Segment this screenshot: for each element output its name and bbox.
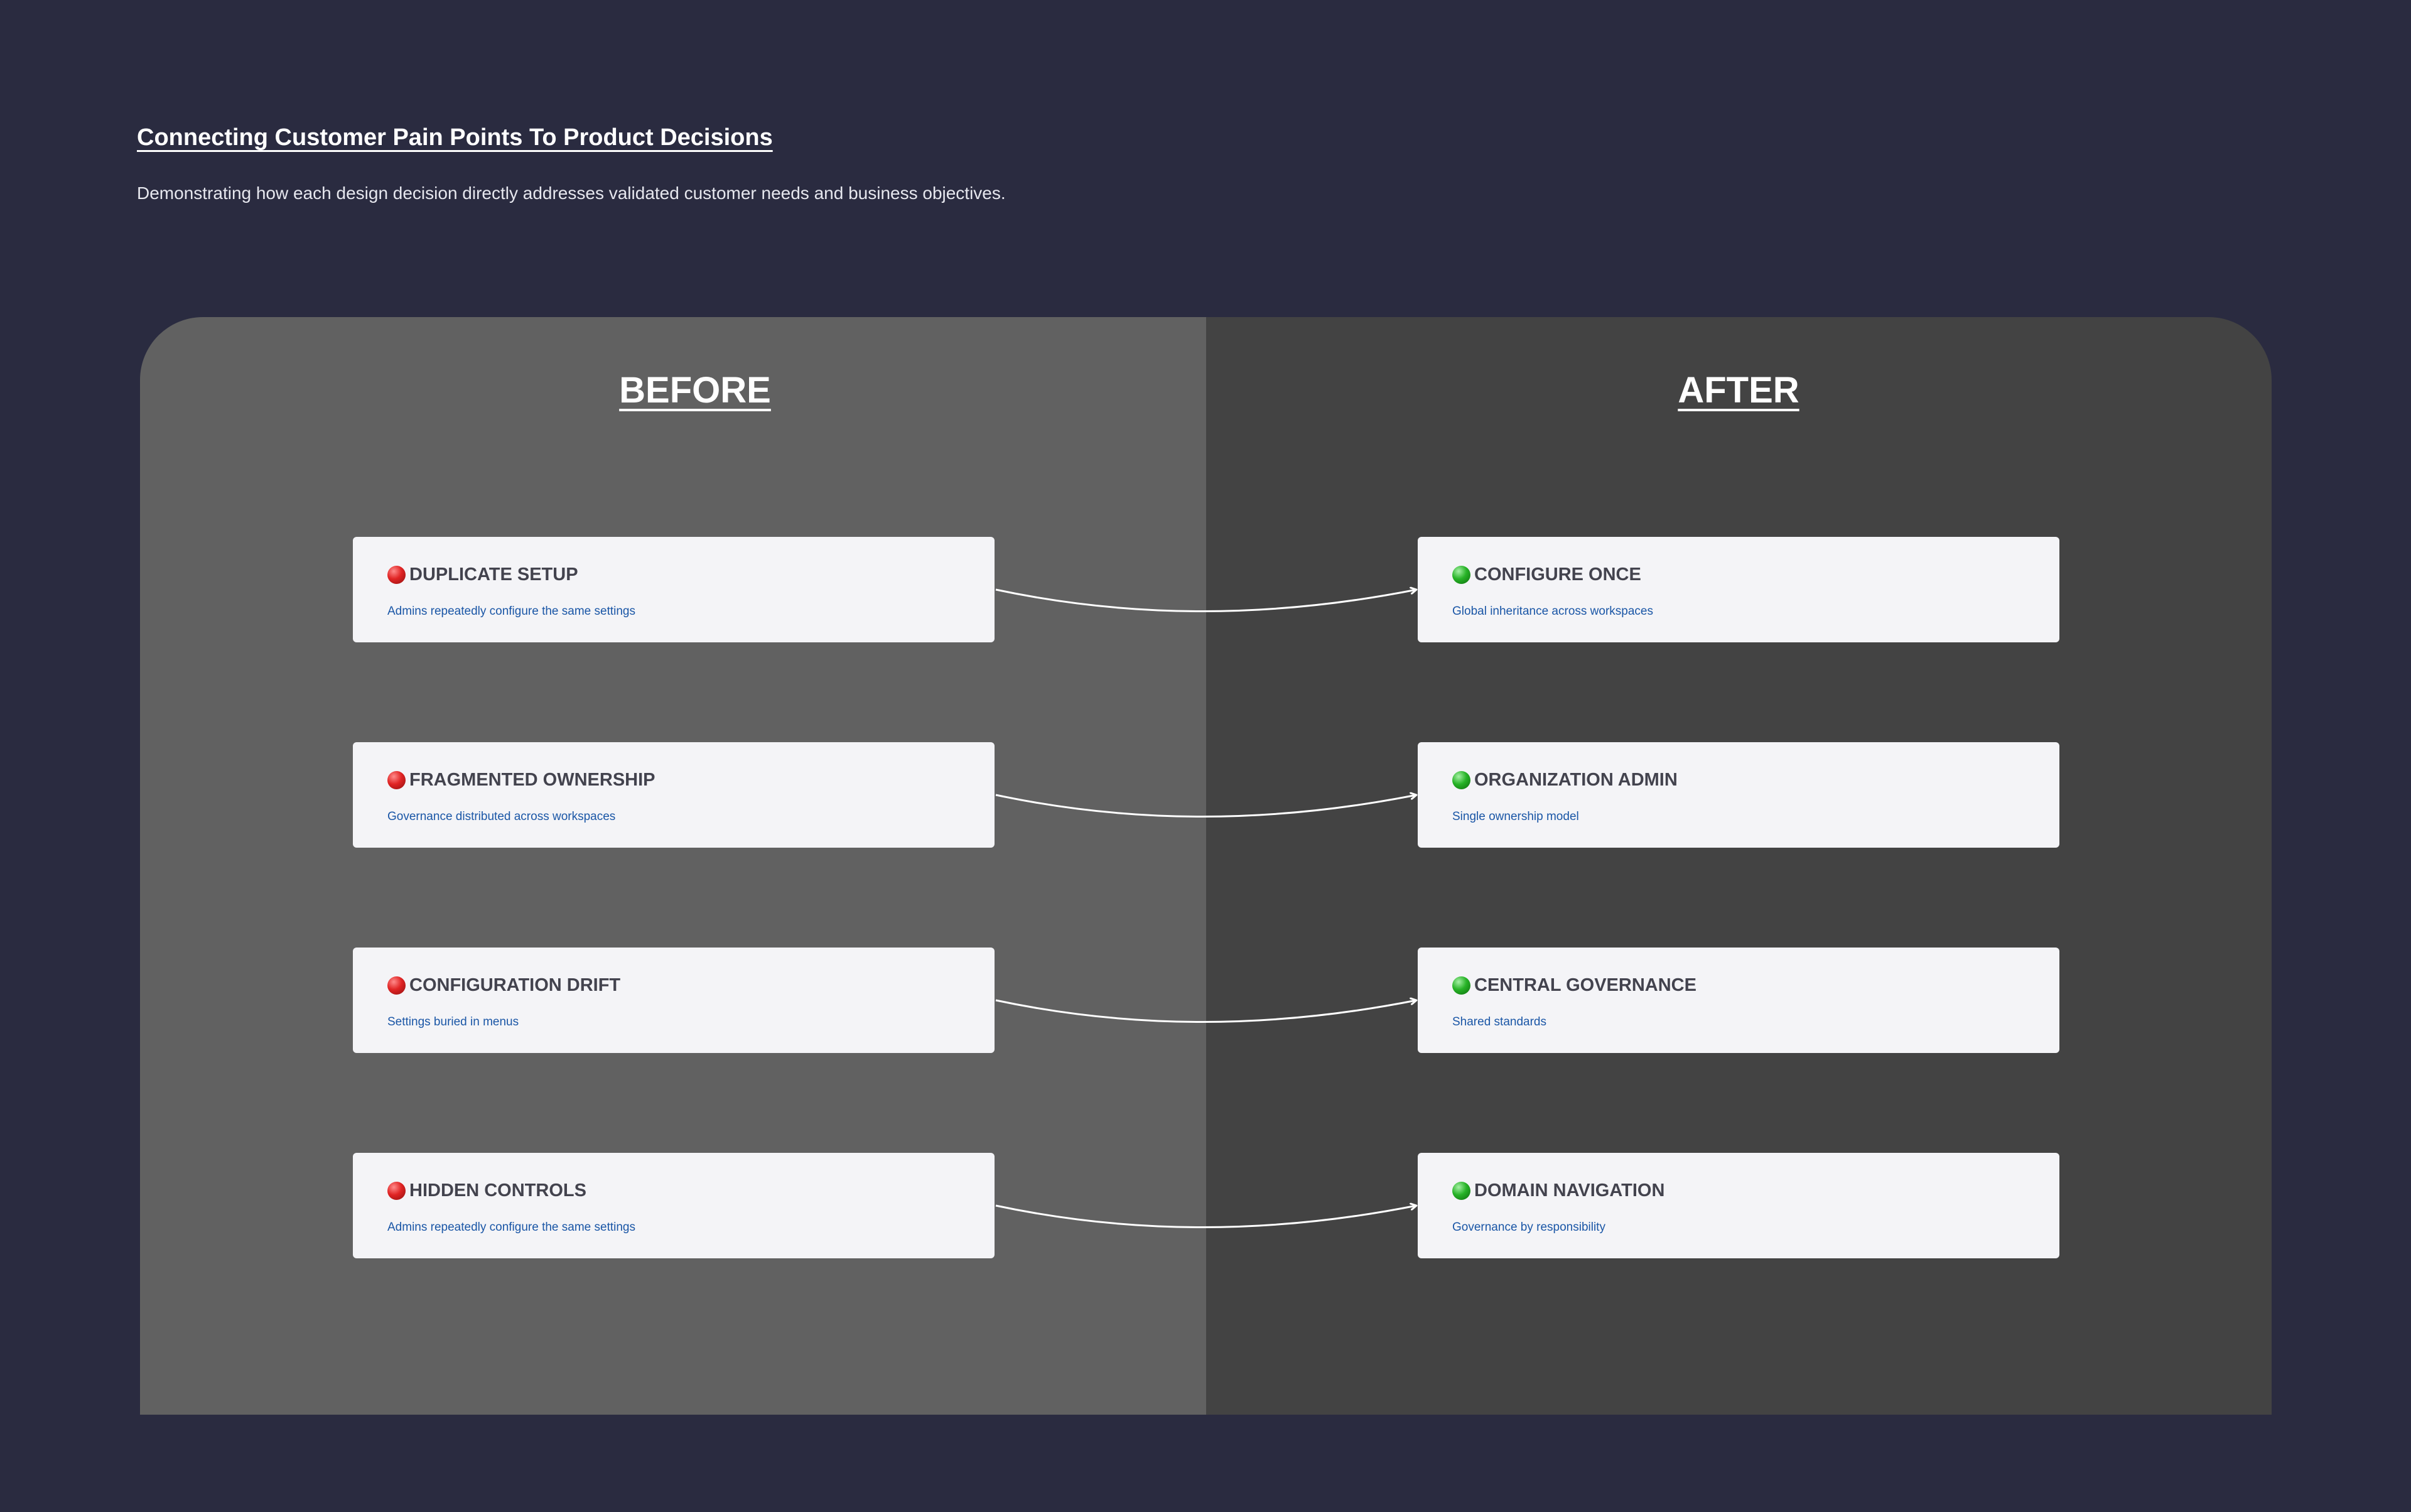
card-title: HIDDEN CONTROLS [409,1180,586,1201]
card-title: DOMAIN NAVIGATION [1474,1180,1665,1201]
green-circle-icon [1452,771,1470,789]
green-circle-icon [1452,566,1470,584]
card-title: DUPLICATE SETUP [409,564,578,585]
after-card-central-governance: CENTRAL GOVERNANCE Shared standards [1418,948,2059,1053]
red-circle-icon [387,771,406,789]
card-description: Settings buried in menus [387,1015,519,1029]
card-description: Governance by responsibility [1452,1221,1605,1234]
card-description: Governance distributed across workspaces [387,810,616,823]
card-title: CONFIGURATION DRIFT [409,975,621,995]
after-heading: AFTER [1678,370,1799,411]
page-title: Connecting Customer Pain Points To Produ… [137,124,773,151]
card-title: CONFIGURE ONCE [1474,564,1641,585]
green-circle-icon [1452,976,1470,995]
card-description: Single ownership model [1452,810,1579,823]
before-card-configuration-drift: CONFIGURATION DRIFT Settings buried in m… [353,948,995,1053]
red-circle-icon [387,976,406,995]
red-circle-icon [387,1182,406,1200]
before-card-fragmented-ownership: FRAGMENTED OWNERSHIP Governance distribu… [353,742,995,848]
page-subtitle: Demonstrating how each design decision d… [137,183,1006,203]
before-heading: BEFORE [619,370,771,411]
card-description: Admins repeatedly configure the same set… [387,605,635,618]
after-card-domain-navigation: DOMAIN NAVIGATION Governance by responsi… [1418,1153,2059,1258]
after-card-organization-admin: ORGANIZATION ADMIN Single ownership mode… [1418,742,2059,848]
comparison-board: BEFORE AFTER DUPLICATE SETUP Admins repe… [140,317,2272,1415]
before-card-hidden-controls: HIDDEN CONTROLS Admins repeatedly config… [353,1153,995,1258]
card-description: Global inheritance across workspaces [1452,605,1653,618]
card-title: CENTRAL GOVERNANCE [1474,975,1696,995]
card-description: Shared standards [1452,1015,1546,1029]
after-card-configure-once: CONFIGURE ONCE Global inheritance across… [1418,537,2059,642]
card-title: ORGANIZATION ADMIN [1474,770,1678,790]
before-card-duplicate-setup: DUPLICATE SETUP Admins repeatedly config… [353,537,995,642]
card-description: Admins repeatedly configure the same set… [387,1221,635,1234]
card-title: FRAGMENTED OWNERSHIP [409,770,655,790]
green-circle-icon [1452,1182,1470,1200]
red-circle-icon [387,566,406,584]
